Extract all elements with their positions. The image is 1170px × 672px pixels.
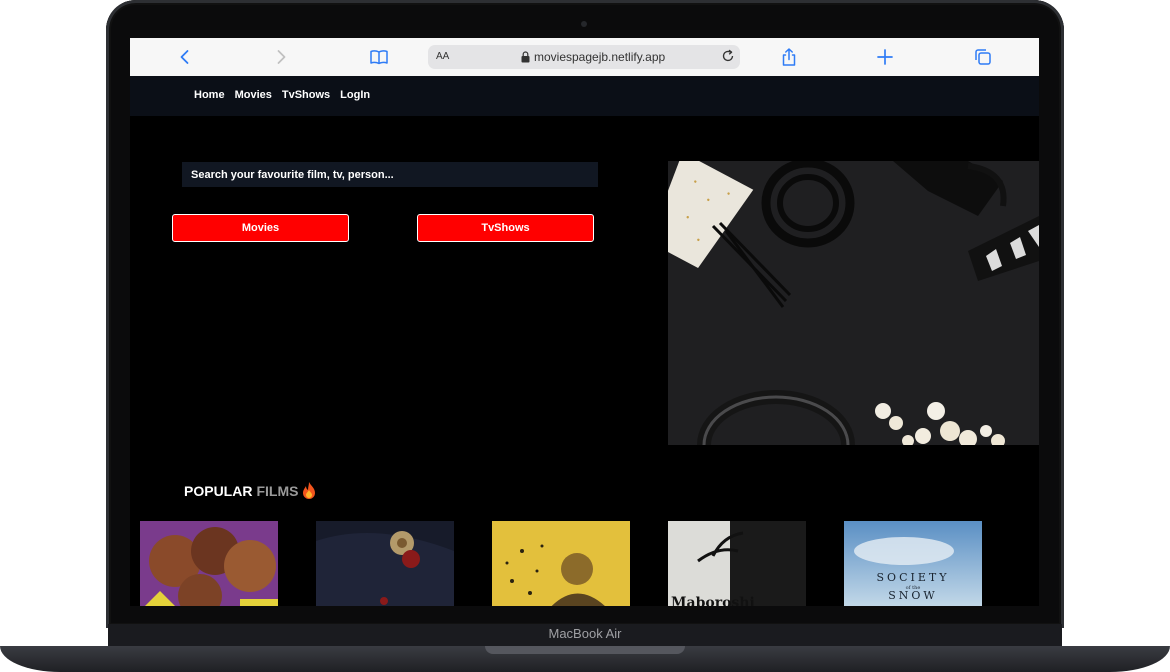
- reader-aa-button[interactable]: AA: [436, 51, 449, 62]
- forward-icon[interactable]: [271, 47, 291, 67]
- search-input[interactable]: [182, 162, 598, 187]
- bookmarks-icon[interactable]: [369, 47, 389, 67]
- camera-icon: [581, 21, 587, 27]
- film-poster-5[interactable]: SOCIETY of the SNOW: [844, 521, 982, 606]
- film-poster-1[interactable]: [140, 521, 278, 606]
- nav-links: Home Movies TvShows LogIn: [194, 89, 370, 101]
- safari-toolbar: AA moviespagejb.netlify.app: [130, 38, 1039, 77]
- nav-link-tvshows[interactable]: TvShows: [282, 89, 330, 101]
- film-poster-4[interactable]: Maboroshi: [668, 521, 806, 606]
- share-icon[interactable]: [779, 47, 799, 67]
- hero-image: [668, 161, 1039, 445]
- popular-title-part1: POPULAR: [184, 483, 253, 499]
- nav-link-movies[interactable]: Movies: [235, 89, 272, 101]
- new-tab-icon[interactable]: [875, 47, 895, 67]
- tabs-overview-icon[interactable]: [973, 47, 993, 67]
- laptop-notch: [485, 646, 685, 654]
- film-poster-3[interactable]: [492, 521, 630, 606]
- site-navbar: Home Movies TvShows LogIn: [130, 76, 1039, 116]
- back-icon[interactable]: [175, 47, 195, 67]
- device-brand-label: MacBook Air: [548, 626, 622, 641]
- reload-icon[interactable]: [721, 49, 735, 63]
- movies-button[interactable]: Movies: [172, 214, 349, 242]
- nav-link-home[interactable]: Home: [194, 89, 225, 101]
- poster-maboroshi-title: Maboroshi: [671, 595, 755, 606]
- poster-society-line1: SOCIETY: [877, 571, 950, 584]
- fire-icon: [303, 482, 316, 499]
- film-poster-2[interactable]: [316, 521, 454, 606]
- address-bar[interactable]: AA moviespagejb.netlify.app: [428, 45, 740, 69]
- poster-society-line2: SNOW: [888, 589, 938, 602]
- nav-link-login[interactable]: LogIn: [340, 89, 370, 101]
- browser-screen: AA moviespagejb.netlify.app Home Movies: [130, 38, 1039, 606]
- tvshows-button[interactable]: TvShows: [417, 214, 594, 242]
- popular-films-title: POPULAR FILMS: [184, 482, 316, 500]
- url-text: moviespagejb.netlify.app: [534, 50, 666, 64]
- popular-title-part2: FILMS: [256, 483, 299, 499]
- lock-icon: [521, 51, 530, 63]
